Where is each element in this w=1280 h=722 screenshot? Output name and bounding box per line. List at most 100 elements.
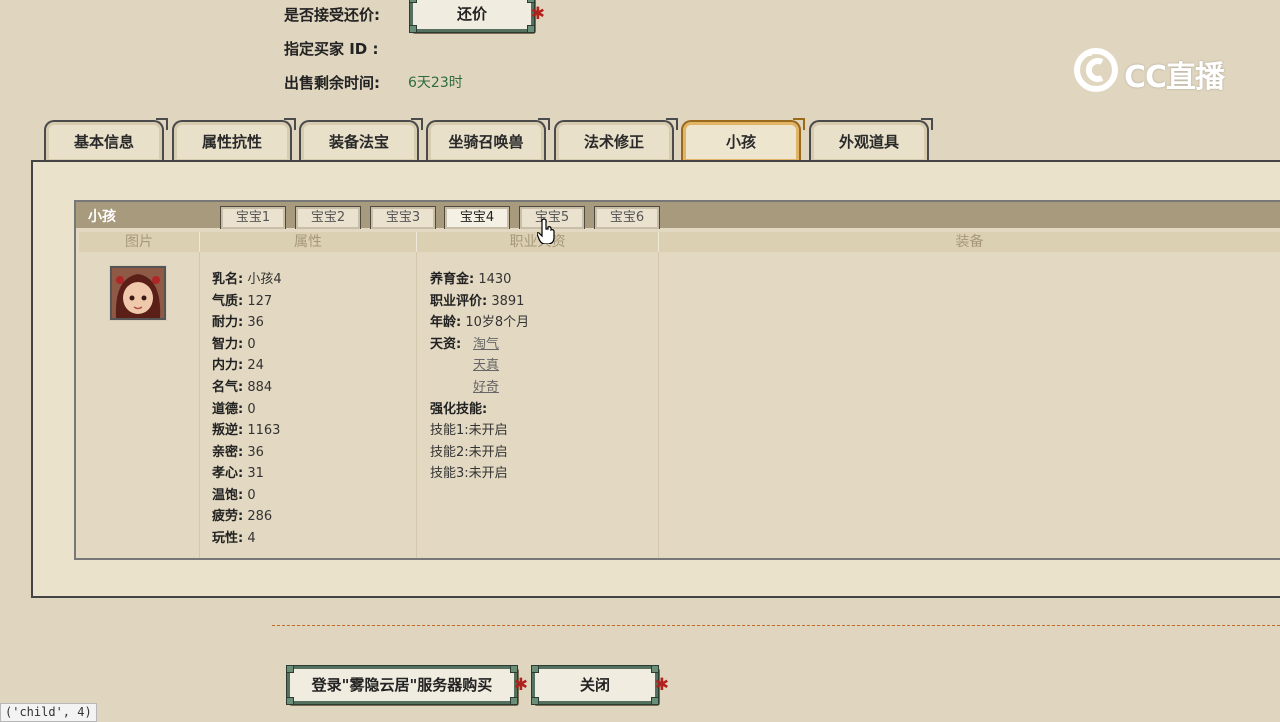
attr-value: 31 (247, 466, 264, 481)
attr-row: 温饱: 0 (212, 484, 256, 503)
tab-equipment-treasure[interactable]: 装备法宝 (299, 118, 423, 162)
tab-fold (284, 118, 296, 130)
logo-text: CC直播 (1124, 60, 1225, 95)
counter-offer-button[interactable]: 还价 ✱ (409, 0, 545, 33)
tab-label: 装备法宝 (328, 133, 389, 151)
attr-key: 智力: (212, 337, 244, 352)
column-divider (416, 252, 417, 558)
tab-label: 属性抗性 (201, 133, 262, 151)
status-bar-text: ('child', 4) (0, 703, 97, 722)
child-detail-box: 小孩 宝宝1 宝宝2 宝宝3 宝宝4 宝宝5 宝宝6 图片 属性 职业天资 装备 (74, 200, 1280, 560)
subtab-baby-1[interactable]: 宝宝1 (220, 206, 286, 229)
tab-basic-info[interactable]: 基本信息 (44, 118, 168, 162)
login-server-buy-button[interactable]: 登录"雾隐云居"服务器购买 ✱ (286, 665, 528, 705)
attr-key: 叛逆: (212, 423, 244, 438)
skill-value: 未开启 (468, 466, 508, 481)
skills-label: 强化技能: (430, 398, 487, 417)
close-button[interactable]: 关闭 ✱ (531, 665, 669, 705)
age-key: 年龄: (430, 315, 462, 330)
attr-key: 孝心: (212, 466, 244, 481)
corner-ornament (409, 0, 417, 3)
corner-ornament (510, 665, 518, 673)
tab-fold (921, 118, 933, 130)
attr-row: 智力: 0 (212, 333, 256, 352)
corner-ornament (510, 697, 518, 705)
red-knot-icon: ✱ (654, 675, 669, 695)
tab-child[interactable]: 小孩 (681, 118, 805, 162)
raise-money-key: 养育金: (430, 272, 475, 287)
corner-ornament (409, 25, 417, 33)
attr-value: 884 (247, 380, 273, 395)
tab-label: 小孩 (725, 133, 756, 151)
column-header-image: 图片 (79, 232, 200, 252)
tab-spell-modifier[interactable]: 法术修正 (554, 118, 678, 162)
attr-row: 名气: 884 (212, 376, 272, 395)
attr-row: 叛逆: 1163 (212, 419, 280, 438)
tab-attributes-resistance[interactable]: 属性抗性 (172, 118, 296, 162)
subtab-baby-3[interactable]: 宝宝3 (370, 206, 436, 229)
corner-ornament (651, 665, 659, 673)
column-header-attributes: 属性 (200, 232, 417, 252)
tab-mount-summon[interactable]: 坐骑召唤兽 (426, 118, 550, 162)
tab-label: 外观道具 (838, 133, 899, 151)
career-score-key: 职业评价: (430, 294, 488, 309)
attr-value: 286 (247, 509, 273, 524)
skill-key: 技能1: (430, 423, 469, 438)
corner-ornament (531, 665, 539, 673)
attr-key: 亲密: (212, 445, 244, 460)
skill-value: 未开启 (468, 445, 508, 460)
corner-ornament (286, 665, 294, 673)
attr-row: 耐力: 36 (212, 311, 264, 330)
skill-row: 技能2:未开启 (430, 441, 508, 460)
tab-fold (538, 118, 550, 130)
tab-appearance-items[interactable]: 外观道具 (809, 118, 933, 162)
subtab-baby-4[interactable]: 宝宝4 (444, 206, 510, 229)
tab-fold (793, 118, 805, 130)
tab-label: 坐骑召唤兽 (448, 133, 524, 151)
attr-row: 内力: 24 (212, 354, 264, 373)
talent-link[interactable]: 天真 (473, 354, 499, 373)
skill-row: 技能1:未开启 (430, 419, 508, 438)
career-score-value: 3891 (491, 294, 525, 309)
tab-fold (666, 118, 678, 130)
age-row: 年龄: 10岁8个月 (430, 311, 529, 330)
attr-value: 4 (247, 531, 256, 546)
talent-link[interactable]: 淘气 (473, 333, 499, 352)
skill-key: 技能3: (430, 466, 469, 481)
attr-row: 亲密: 36 (212, 441, 264, 460)
subtab-baby-6[interactable]: 宝宝6 (594, 206, 660, 229)
corner-ornament (527, 25, 535, 33)
attr-row: 道德: 0 (212, 398, 256, 417)
skill-key: 技能2: (430, 445, 469, 460)
talent-row: 天资: (430, 333, 461, 352)
tab-label: 基本信息 (73, 133, 134, 151)
attr-row: 孝心: 31 (212, 462, 264, 481)
attr-value: 0 (247, 402, 256, 417)
skills-label-text: 强化技能: (430, 402, 488, 417)
attr-key: 气质: (212, 294, 244, 309)
skill-value: 未开启 (468, 423, 508, 438)
talent-key: 天资: (430, 337, 462, 352)
attr-key: 温饱: (212, 488, 244, 503)
age-value: 10岁8个月 (465, 315, 530, 330)
corner-ornament (286, 697, 294, 705)
tab-fold (411, 118, 423, 130)
red-knot-icon: ✱ (530, 4, 545, 24)
career-score-row: 职业评价: 3891 (430, 290, 524, 309)
raise-money-row: 养育金: 1430 (430, 268, 511, 287)
cc-logo-icon (1074, 48, 1118, 92)
skill-row: 技能3:未开启 (430, 462, 508, 481)
attr-key: 疲劳: (212, 509, 244, 524)
attr-value: 0 (247, 488, 256, 503)
login-server-buy-label: 登录"雾隐云居"服务器购买 (311, 676, 493, 694)
attr-row: 疲劳: 286 (212, 505, 272, 524)
tab-label: 法术修正 (583, 133, 644, 151)
buyer-id-label: 指定买家 ID : (284, 40, 379, 58)
subtab-baby-2[interactable]: 宝宝2 (295, 206, 361, 229)
hand-cursor-icon (537, 218, 555, 244)
time-left-label: 出售剩余时间: (284, 74, 380, 92)
attr-key: 耐力: (212, 315, 244, 330)
talent-link[interactable]: 好奇 (473, 376, 499, 395)
attr-key: 乳名: (212, 272, 244, 287)
attr-value: 小孩4 (247, 272, 282, 287)
